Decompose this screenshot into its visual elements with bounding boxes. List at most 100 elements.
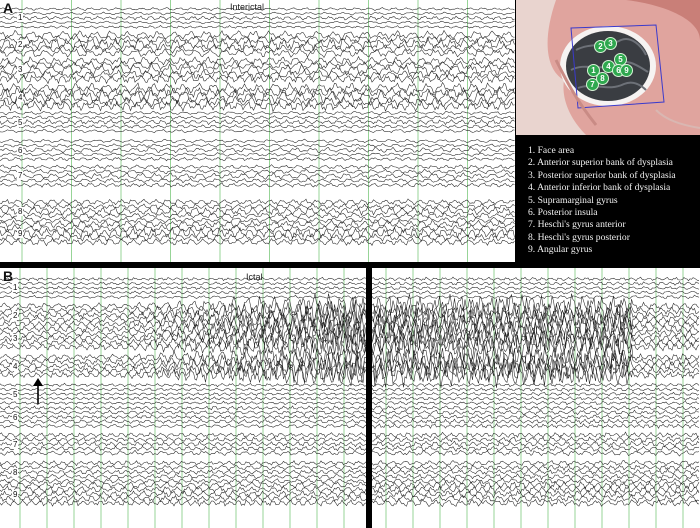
eeg-trace	[0, 423, 366, 429]
eeg-trace	[0, 128, 515, 134]
eeg-trace	[372, 449, 700, 457]
eeg-trace	[0, 473, 366, 480]
ictal-eeg-panel-right	[372, 268, 700, 528]
eeg-trace	[0, 11, 515, 16]
eeg-trace	[0, 396, 366, 401]
panel-b-channel-1: 1	[12, 283, 19, 292]
legend-item: 2. Anterior superior bank of dysplasia	[528, 157, 673, 169]
eeg-trace	[0, 156, 515, 162]
panel-a-channel-4: 4	[17, 93, 24, 102]
eeg-trace	[372, 400, 700, 406]
eeg-trace	[0, 110, 515, 116]
eeg-trace	[0, 60, 515, 71]
eeg-trace	[0, 216, 515, 224]
eeg-trace	[372, 382, 700, 388]
panel-a-letter: A	[3, 0, 14, 16]
panel-a-channel-2: 2	[17, 40, 24, 49]
eeg-trace	[0, 449, 366, 456]
legend-item: 5. Supramarginal gyrus	[528, 194, 618, 206]
ictal-traces-left	[0, 268, 366, 528]
eeg-trace	[0, 25, 515, 29]
eeg-trace	[0, 182, 515, 188]
eeg-trace	[372, 387, 700, 392]
panel-b-channel-9: 9	[12, 490, 19, 499]
eeg-trace	[0, 143, 515, 148]
eeg-trace	[0, 414, 366, 420]
eeg-trace	[372, 468, 700, 476]
eeg-trace	[372, 440, 700, 448]
panel-b-channel-3: 3	[12, 334, 19, 343]
eeg-trace	[372, 285, 700, 291]
legend-item: 7. Heschi's gyrus anterior	[528, 219, 626, 231]
panel-a-channel-8: 8	[17, 207, 24, 216]
eeg-trace	[372, 280, 700, 286]
eeg-trace	[0, 62, 515, 78]
eeg-trace	[0, 237, 515, 247]
panel-a-channel-1: 1	[17, 13, 24, 22]
eeg-trace	[372, 414, 700, 420]
eeg-trace	[0, 445, 366, 452]
eeg-trace	[0, 276, 366, 282]
eeg-trace	[0, 391, 366, 397]
interictal-traces	[0, 0, 515, 262]
legend-item: 4. Anterior inferior bank of dysplasia	[528, 182, 671, 194]
eeg-trace	[0, 177, 515, 184]
eeg-trace	[372, 405, 700, 411]
eeg-trace	[0, 440, 366, 448]
electrode-3: 3	[604, 37, 617, 50]
panel-a-channel-7: 7	[17, 171, 24, 180]
legend-item: 3. Posterior superior bank of dysplasia	[528, 169, 676, 181]
seizure-onset-arrow	[33, 378, 43, 404]
eeg-trace	[0, 387, 366, 392]
panel-b-channel-8: 8	[12, 468, 19, 477]
eeg-trace	[372, 391, 700, 397]
eeg-trace	[0, 436, 366, 443]
eeg-trace	[372, 290, 700, 295]
eeg-trace	[0, 362, 366, 387]
panel-b-channel-5: 5	[12, 390, 19, 399]
eeg-trace	[0, 464, 366, 471]
legend-item: 8. Heschi's gyrus posterior	[528, 231, 630, 243]
panel-b-channel-6: 6	[12, 413, 19, 422]
eeg-trace	[372, 276, 699, 282]
panel-b-channel-2: 2	[12, 311, 19, 320]
eeg-trace	[372, 418, 700, 425]
eeg-trace	[0, 20, 515, 25]
eeg-trace	[372, 473, 700, 481]
ictal-traces-right	[372, 268, 700, 528]
eeg-trace	[0, 485, 366, 494]
ictal-eeg-panel-left: B Ictal 1 2 3 4 5 6 7 8 9	[0, 268, 366, 528]
eeg-trace	[0, 15, 515, 21]
eeg-trace	[0, 172, 515, 180]
eeg-trace	[372, 460, 700, 467]
panel-a-channel-3: 3	[17, 65, 24, 74]
panel-a-caption: Interictal	[230, 2, 265, 12]
eeg-trace	[0, 460, 366, 467]
panel-b-channel-7: 7	[12, 440, 19, 449]
eeg-trace	[0, 233, 515, 242]
eeg-trace	[0, 164, 515, 170]
eeg-trace	[0, 494, 366, 503]
eeg-trace	[0, 55, 515, 66]
legend-item: 9. Angular gyrus	[528, 244, 593, 256]
eeg-trace	[0, 205, 515, 216]
electrode-legend: 1. Face area 2. Anterior superior bank o…	[516, 135, 700, 262]
eeg-trace	[0, 432, 366, 439]
eeg-trace	[372, 409, 700, 416]
eeg-trace	[0, 468, 366, 475]
panel-b-letter: B	[3, 268, 14, 284]
eeg-trace	[0, 86, 515, 99]
eeg-trace	[0, 400, 366, 406]
eeg-trace	[0, 198, 515, 206]
legend-item: 6. Posterior insula	[528, 207, 598, 219]
panel-a-channel-6: 6	[17, 146, 24, 155]
eeg-trace	[0, 477, 366, 485]
eeg-trace	[0, 152, 515, 157]
eeg-trace	[0, 115, 515, 120]
eeg-trace	[0, 409, 366, 416]
eeg-trace	[372, 423, 700, 429]
eeg-trace	[0, 499, 366, 507]
eeg-trace	[0, 146, 515, 154]
eeg-trace	[372, 463, 699, 471]
eeg-trace	[372, 485, 700, 495]
